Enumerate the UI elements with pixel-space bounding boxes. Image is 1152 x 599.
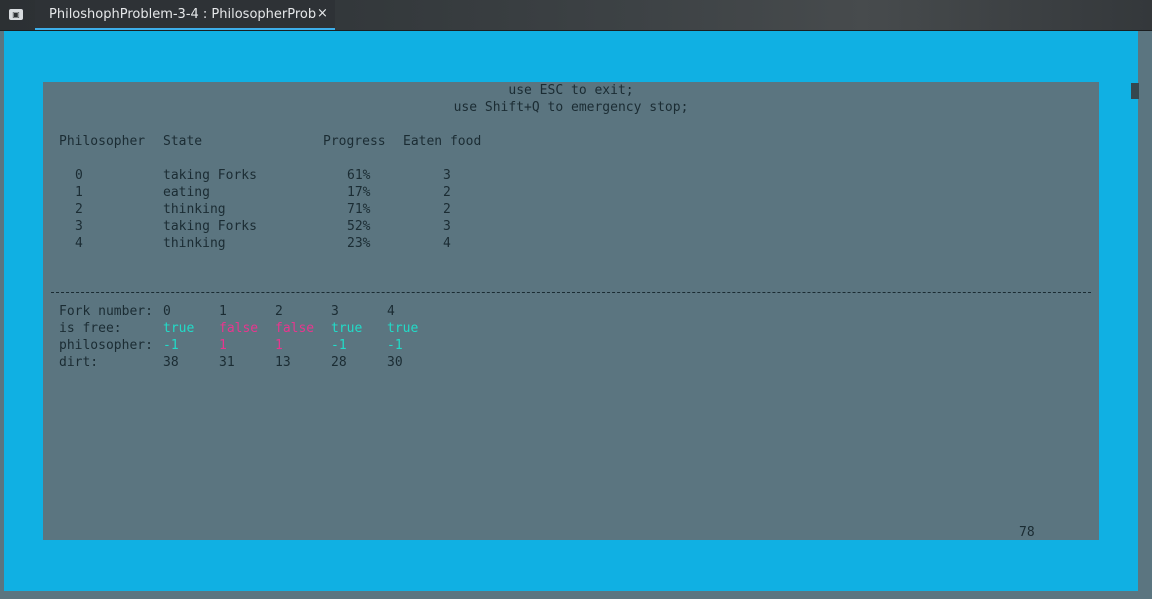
- philosopher-eaten: 3: [443, 168, 451, 183]
- philosopher-state: taking Forks: [163, 219, 257, 234]
- scrollbar-thumb[interactable]: [1131, 83, 1139, 99]
- fork-number: 1: [219, 304, 227, 319]
- fork-free-value: false: [219, 321, 259, 336]
- fork-philosopher-value: -1: [163, 338, 179, 353]
- philosopher-id: 3: [75, 219, 83, 234]
- fork-number: 4: [387, 304, 395, 319]
- divider: [51, 292, 1091, 293]
- philosopher-state: thinking: [163, 236, 226, 251]
- fork-free-value: true: [163, 321, 195, 336]
- exit-hint: use ESC to exit;: [508, 83, 634, 98]
- fork-number: 3: [331, 304, 339, 319]
- fork-dirt-value: 30: [387, 355, 403, 370]
- fork-philosopher-value: 1: [219, 338, 227, 353]
- tab-active-indicator: [35, 28, 335, 30]
- philosopher-progress: 71%: [347, 202, 371, 217]
- fork-free-value: false: [275, 321, 315, 336]
- philosopher-state: eating: [163, 185, 210, 200]
- philosopher-id: 4: [75, 236, 83, 251]
- column-header-progress: Progress: [323, 134, 386, 149]
- terminal-screen: use ESC to exit; use Shift+Q to emergenc…: [43, 82, 1099, 540]
- terminal-icon: ▣: [9, 9, 23, 20]
- philosopher-id: 0: [75, 168, 83, 183]
- philosopher-eaten: 2: [443, 202, 451, 217]
- philosopher-state: thinking: [163, 202, 226, 217]
- fork-dirt-value: 13: [275, 355, 291, 370]
- fork-number-label: Fork number:: [59, 304, 153, 319]
- title-bar: ▣ PhiloshophProblem-3-4 : PhilosopherPro…: [0, 0, 1152, 31]
- philosopher-progress: 17%: [347, 185, 371, 200]
- fork-philosopher-value: 1: [275, 338, 283, 353]
- philosopher-id: 2: [75, 202, 83, 217]
- philosopher-progress: 52%: [347, 219, 371, 234]
- column-header-state: State: [163, 134, 203, 149]
- philosopher-id: 1: [75, 185, 83, 200]
- column-header-eaten: Eaten food: [403, 134, 482, 149]
- tab-title: PhiloshophProblem-3-4 : PhilosopherProb: [49, 7, 317, 22]
- fork-free-value: true: [331, 321, 363, 336]
- philosopher-progress: 61%: [347, 168, 371, 183]
- fork-dirt-value: 28: [331, 355, 347, 370]
- philosopher-progress: 23%: [347, 236, 371, 251]
- philosopher-eaten: 4: [443, 236, 451, 251]
- philosopher-eaten: 3: [443, 219, 451, 234]
- philosopher-state: taking Forks: [163, 168, 257, 183]
- fork-free-label: is free:: [59, 321, 122, 336]
- fork-number: 0: [163, 304, 171, 319]
- fork-philosopher-value: -1: [331, 338, 347, 353]
- fork-number: 2: [275, 304, 283, 319]
- fork-dirt-value: 38: [163, 355, 179, 370]
- counter-value: 78: [1019, 525, 1035, 540]
- tab-active[interactable]: PhiloshophProblem-3-4 : PhilosopherProb …: [35, 0, 335, 30]
- philosopher-eaten: 2: [443, 185, 451, 200]
- close-icon[interactable]: ×: [317, 6, 328, 21]
- terminal-area[interactable]: use ESC to exit; use Shift+Q to emergenc…: [4, 31, 1138, 591]
- window-bottom-edge: [0, 591, 1152, 599]
- column-header-philosopher: Philosopher: [59, 134, 146, 149]
- fork-free-value: true: [387, 321, 419, 336]
- fork-philosopher-value: -1: [387, 338, 403, 353]
- fork-philosopher-label: philosopher:: [59, 338, 153, 353]
- fork-dirt-label: dirt:: [59, 355, 99, 370]
- stop-hint: use Shift+Q to emergency stop;: [453, 100, 689, 115]
- fork-dirt-value: 31: [219, 355, 235, 370]
